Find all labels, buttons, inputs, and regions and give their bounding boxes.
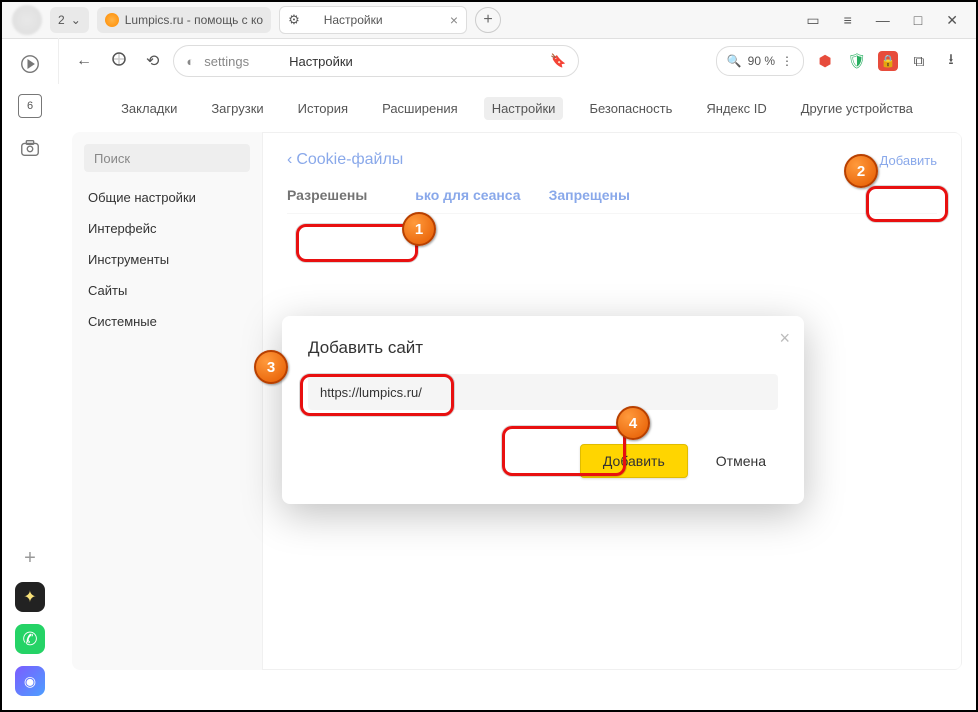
modal-title: Добавить сайт bbox=[308, 338, 778, 358]
alice-icon[interactable]: ◉ bbox=[15, 666, 45, 696]
tab-count: 2 bbox=[58, 13, 65, 27]
back-icon[interactable]: ← bbox=[72, 48, 96, 74]
filter-session-only[interactable]: ько для сеанса bbox=[415, 187, 520, 203]
badge-2: 2 bbox=[844, 154, 878, 188]
nav-security[interactable]: Безопасность bbox=[581, 97, 680, 120]
downloads-icon[interactable]: ⭳ bbox=[940, 50, 962, 72]
badge-1: 1 bbox=[402, 212, 436, 246]
sidebar-item-sites[interactable]: Сайты bbox=[72, 275, 262, 306]
url-text: settings bbox=[204, 54, 249, 69]
add-panel-icon[interactable]: + bbox=[24, 547, 36, 570]
back-to-cookies-link[interactable]: ‹ Cookie-файлы bbox=[287, 151, 403, 169]
window-avatar bbox=[12, 5, 42, 35]
sidebar-item-tools[interactable]: Инструменты bbox=[72, 244, 262, 275]
badge-3: 3 bbox=[254, 350, 288, 384]
zoom-control[interactable]: 🔍 90 % ⋮ bbox=[716, 46, 804, 76]
settings-top-nav: Закладки Загрузки История Расширения Нас… bbox=[58, 84, 976, 132]
window-menu-icon[interactable]: ≡ bbox=[844, 12, 852, 28]
nav-settings[interactable]: Настройки bbox=[484, 97, 564, 120]
browser-tab-settings[interactable]: ⚙ Настройки × bbox=[279, 6, 467, 34]
filter-allowed[interactable]: Разрешены bbox=[287, 187, 367, 203]
highlight-3 bbox=[300, 374, 454, 416]
tab-counter[interactable]: 2 ⌄ bbox=[50, 7, 89, 33]
camera-icon[interactable] bbox=[18, 136, 42, 160]
nav-bookmarks[interactable]: Закладки bbox=[113, 97, 185, 120]
favicon-icon bbox=[105, 13, 119, 27]
highlight-4 bbox=[502, 426, 626, 476]
site-info-icon[interactable]: ◐ bbox=[186, 54, 194, 69]
nav-downloads[interactable]: Загрузки bbox=[203, 97, 271, 120]
sidebar-item-interface[interactable]: Интерфейс bbox=[72, 213, 262, 244]
minimize-icon[interactable]: ― bbox=[876, 12, 890, 28]
protect-icon[interactable]: 🛡 bbox=[846, 50, 868, 72]
tab-count-box[interactable]: 6 bbox=[18, 94, 42, 118]
tab-title: Lumpics.ru - помощь с ко bbox=[125, 13, 263, 27]
gear-icon: ⚙ bbox=[288, 12, 300, 28]
left-sidebar: 6 + ✦ ✆ ◉ bbox=[2, 38, 59, 710]
nav-yandex-id[interactable]: Яндекс ID bbox=[698, 97, 774, 120]
extensions-icon[interactable]: ⧉ bbox=[908, 50, 930, 72]
kebab-icon[interactable]: ⋮ bbox=[781, 54, 793, 68]
filter-blocked[interactable]: Запрещены bbox=[549, 187, 630, 203]
window-tab-icon[interactable]: ▭ bbox=[806, 12, 819, 29]
nav-other-devices[interactable]: Другие устройства bbox=[793, 97, 921, 120]
address-bar[interactable]: ◐ settings Настройки 🔖 bbox=[173, 45, 579, 77]
close-modal-icon[interactable]: × bbox=[779, 328, 790, 349]
security-icon[interactable]: 🔒 bbox=[878, 51, 898, 71]
adblock-icon[interactable]: ⬢ bbox=[814, 50, 836, 72]
browser-tab-lumpics[interactable]: Lumpics.ru - помощь с ко bbox=[97, 7, 271, 33]
add-site-link[interactable]: Добавить bbox=[880, 153, 937, 168]
nav-history[interactable]: История bbox=[290, 97, 356, 120]
heading-text: Cookie-файлы bbox=[296, 151, 403, 169]
nav-extensions[interactable]: Расширения bbox=[374, 97, 466, 120]
highlight-2 bbox=[866, 186, 948, 222]
search-input[interactable]: Поиск bbox=[84, 144, 250, 172]
tab-title: Настройки bbox=[324, 13, 383, 27]
url-title: Настройки bbox=[289, 54, 353, 69]
play-circle-icon[interactable] bbox=[18, 52, 42, 76]
close-icon[interactable]: ✕ bbox=[946, 12, 958, 29]
title-bar: 2 ⌄ Lumpics.ru - помощь с ко ⚙ Настройки… bbox=[2, 2, 976, 39]
new-tab-button[interactable]: + bbox=[475, 7, 501, 33]
sidebar-item-system[interactable]: Системные bbox=[72, 306, 262, 337]
url-bar: ← ⟲ ◐ settings Настройки 🔖 🔍 90 % ⋮ ⬢ 🛡 … bbox=[58, 38, 976, 85]
cancel-button[interactable]: Отмена bbox=[704, 444, 778, 478]
settings-sidebar: Поиск Общие настройки Интерфейс Инструме… bbox=[72, 132, 262, 670]
chevron-left-icon: ‹ bbox=[287, 151, 292, 169]
app-icon-1[interactable]: ✦ bbox=[15, 582, 45, 612]
whatsapp-icon[interactable]: ✆ bbox=[15, 624, 45, 654]
reload-icon[interactable]: ⟲ bbox=[142, 47, 163, 75]
close-tab-icon[interactable]: × bbox=[450, 12, 458, 28]
zoom-level: 90 % bbox=[748, 54, 775, 68]
home-icon[interactable] bbox=[106, 46, 132, 77]
search-icon: 🔍 bbox=[727, 54, 742, 68]
maximize-icon[interactable]: □ bbox=[914, 12, 922, 28]
sidebar-item-general[interactable]: Общие настройки bbox=[72, 182, 262, 213]
chevron-down-icon: ⌄ bbox=[71, 13, 81, 27]
highlight-1 bbox=[296, 224, 418, 262]
badge-4: 4 bbox=[616, 406, 650, 440]
bookmark-icon[interactable]: 🔖 bbox=[550, 53, 566, 69]
